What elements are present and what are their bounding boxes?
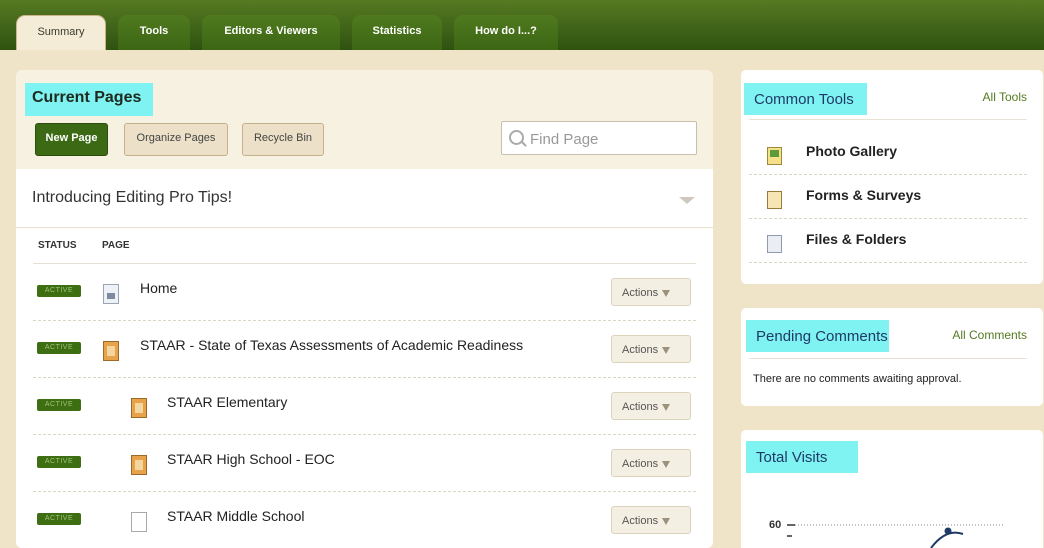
actions-label: Actions — [622, 287, 659, 299]
data-point — [944, 527, 952, 535]
book-page-icon — [131, 398, 147, 418]
pending-comments-panel: Pending Comments All Comments There are … — [741, 308, 1043, 406]
table-row: ACTIVE Home Actions — [16, 264, 713, 321]
no-comments-message: There are no comments awaiting approval. — [753, 373, 962, 385]
organize-pages-button[interactable]: Organize Pages — [124, 123, 228, 156]
tool-files-folders[interactable]: Files & Folders — [749, 218, 1027, 263]
current-pages-panel: Current Pages New Page Organize Pages Re… — [16, 70, 713, 548]
status-badge: ACTIVE — [37, 456, 81, 468]
pages-list: STATUS PAGE ACTIVE Home Actions ACTIVE S… — [16, 228, 713, 548]
pending-comments-title: Pending Comments — [746, 320, 889, 352]
search-icon — [509, 130, 524, 145]
chevron-down-icon[interactable] — [679, 197, 695, 204]
caret-down-icon — [662, 290, 671, 297]
status-badge: ACTIVE — [37, 285, 81, 297]
actions-button[interactable]: Actions — [611, 392, 691, 420]
caret-down-icon — [662, 404, 671, 411]
common-tools-title: Common Tools — [744, 83, 867, 115]
page-title-link[interactable]: STAAR - State of Texas Assessments of Ac… — [140, 337, 523, 353]
home-page-icon — [103, 284, 119, 304]
tab-editors-viewers[interactable]: Editors & Viewers — [202, 15, 340, 50]
actions-button[interactable]: Actions — [611, 335, 691, 363]
tool-label: Files & Folders — [806, 231, 907, 247]
status-badge: ACTIVE — [37, 399, 81, 411]
visits-line — [930, 531, 964, 548]
pro-tips-banner[interactable]: Introducing Editing Pro Tips! — [16, 169, 713, 228]
page-title-link[interactable]: Home — [140, 280, 177, 296]
photo-gallery-icon — [767, 147, 782, 165]
actions-label: Actions — [622, 458, 659, 470]
tab-tools[interactable]: Tools — [118, 15, 190, 50]
actions-label: Actions — [622, 515, 659, 527]
visits-chart — [787, 524, 1003, 548]
divider — [749, 358, 1027, 359]
actions-button[interactable]: Actions — [611, 278, 691, 306]
book-page-icon — [131, 455, 147, 475]
forms-icon — [767, 191, 782, 209]
actions-button[interactable]: Actions — [611, 506, 691, 534]
actions-button[interactable]: Actions — [611, 449, 691, 477]
common-tools-panel: Common Tools All Tools Photo Gallery For… — [741, 70, 1043, 284]
pro-tips-text: Introducing Editing Pro Tips! — [32, 189, 233, 206]
tool-photo-gallery[interactable]: Photo Gallery — [749, 130, 1027, 175]
tool-label: Photo Gallery — [806, 143, 898, 159]
tab-how-do-i[interactable]: How do I...? — [454, 15, 558, 50]
page-title-link[interactable]: STAAR Middle School — [167, 508, 304, 524]
caret-down-icon — [662, 518, 671, 525]
tab-summary[interactable]: Summary — [16, 15, 106, 50]
tab-statistics[interactable]: Statistics — [352, 15, 442, 50]
all-comments-link[interactable]: All Comments — [952, 328, 1027, 342]
find-page-input[interactable] — [528, 129, 692, 149]
top-tab-bar: Summary Tools Editors & Viewers Statisti… — [0, 0, 1044, 50]
status-column-header: STATUS — [38, 240, 77, 251]
table-row: ACTIVE STAAR High School - EOC Actions — [16, 435, 713, 492]
recycle-bin-button[interactable]: Recycle Bin — [242, 123, 324, 156]
actions-label: Actions — [622, 401, 659, 413]
current-pages-title: Current Pages — [25, 83, 153, 116]
new-page-button[interactable]: New Page — [35, 123, 108, 156]
caret-down-icon — [662, 461, 671, 468]
document-page-icon — [131, 512, 147, 532]
table-row: ACTIVE STAAR Middle School Actions — [16, 492, 713, 548]
caret-down-icon — [662, 347, 671, 354]
actions-label: Actions — [622, 344, 659, 356]
status-badge: ACTIVE — [37, 342, 81, 354]
book-page-icon — [103, 341, 119, 361]
all-tools-link[interactable]: All Tools — [983, 90, 1027, 104]
page-title-link[interactable]: STAAR High School - EOC — [167, 451, 335, 467]
files-icon — [767, 235, 782, 253]
status-badge: ACTIVE — [37, 513, 81, 525]
total-visits-panel: Total Visits 60 — [741, 430, 1043, 548]
tool-forms-surveys[interactable]: Forms & Surveys — [749, 174, 1027, 219]
table-row: ACTIVE STAAR - State of Texas Assessment… — [16, 321, 713, 378]
page-title-link[interactable]: STAAR Elementary — [167, 394, 287, 410]
page-column-header: PAGE — [102, 240, 130, 251]
tool-label: Forms & Surveys — [806, 187, 922, 203]
find-page-box[interactable] — [501, 121, 697, 155]
divider — [749, 119, 1027, 120]
table-row: ACTIVE STAAR Elementary Actions — [16, 378, 713, 435]
